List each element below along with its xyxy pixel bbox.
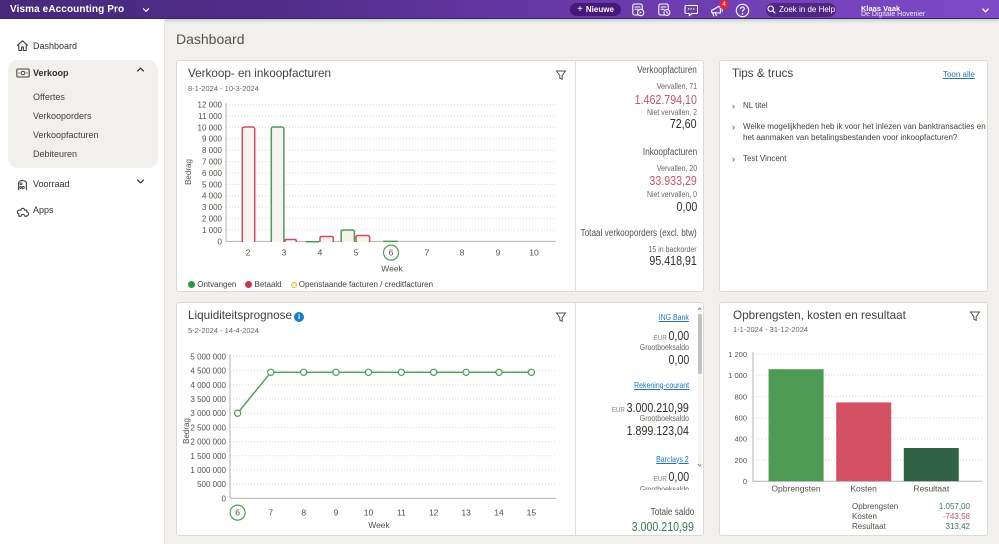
svg-text:8: 8 [301, 508, 306, 518]
svg-text:8: 8 [460, 248, 465, 258]
svg-text:2: 2 [246, 248, 251, 258]
svg-text:Bedrag: Bedrag [182, 418, 191, 444]
svg-text:4 500 000: 4 500 000 [190, 367, 226, 376]
svg-text:13: 13 [461, 508, 471, 518]
svg-text:3 000 000: 3 000 000 [190, 409, 226, 418]
svg-text:7: 7 [268, 508, 273, 518]
svg-text:6: 6 [235, 508, 240, 518]
svg-text:0: 0 [218, 237, 223, 246]
svg-text:9: 9 [496, 248, 501, 258]
svg-text:1 000 000: 1 000 000 [190, 466, 226, 475]
svg-text:1 000: 1 000 [728, 371, 747, 380]
svg-text:Opbrengsten: Opbrengsten [771, 484, 820, 494]
svg-text:6: 6 [389, 248, 394, 258]
svg-text:Kosten: Kosten [850, 484, 877, 494]
svg-text:Resultaat: Resultaat [913, 484, 950, 494]
svg-text:10: 10 [364, 508, 374, 518]
svg-text:600: 600 [734, 414, 747, 423]
svg-text:500 000: 500 000 [197, 480, 226, 489]
svg-text:5: 5 [354, 248, 359, 258]
svg-text:200: 200 [734, 456, 747, 465]
svg-text:4 000: 4 000 [202, 192, 223, 201]
svg-text:5 000: 5 000 [202, 180, 223, 189]
svg-text:11 000: 11 000 [198, 112, 222, 121]
svg-text:11: 11 [397, 508, 406, 518]
svg-text:2 000 000: 2 000 000 [190, 438, 226, 447]
svg-text:10: 10 [529, 248, 539, 258]
svg-text:14: 14 [494, 508, 504, 518]
svg-text:3 500 000: 3 500 000 [190, 395, 226, 404]
svg-text:400: 400 [734, 435, 747, 444]
svg-text:Week: Week [381, 264, 403, 274]
svg-text:800: 800 [734, 392, 747, 401]
svg-text:3 000: 3 000 [202, 203, 223, 212]
svg-text:4: 4 [318, 248, 323, 258]
svg-text:6 000: 6 000 [202, 169, 223, 178]
svg-text:7 000: 7 000 [202, 158, 223, 167]
svg-text:8 000: 8 000 [202, 146, 223, 155]
svg-text:1 000: 1 000 [202, 226, 223, 235]
svg-text:2 000: 2 000 [202, 215, 223, 224]
svg-text:12 000: 12 000 [198, 101, 223, 110]
svg-text:9 000: 9 000 [202, 135, 223, 144]
svg-text:0: 0 [743, 477, 747, 486]
svg-text:7: 7 [425, 248, 430, 258]
svg-text:3: 3 [282, 248, 287, 258]
svg-text:0: 0 [222, 494, 227, 503]
svg-text:9: 9 [334, 508, 339, 518]
svg-text:12: 12 [429, 508, 439, 518]
svg-text:10 000: 10 000 [198, 123, 223, 132]
svg-text:Bedrag: Bedrag [184, 159, 193, 185]
svg-text:1 500 000: 1 500 000 [190, 452, 226, 461]
svg-text:2 500 000: 2 500 000 [190, 423, 226, 432]
svg-text:5 000 000: 5 000 000 [190, 352, 226, 361]
svg-text:1 200: 1 200 [728, 350, 747, 359]
svg-text:Week: Week [368, 520, 390, 530]
svg-text:4 000 000: 4 000 000 [190, 381, 226, 390]
svg-text:15: 15 [527, 508, 537, 518]
